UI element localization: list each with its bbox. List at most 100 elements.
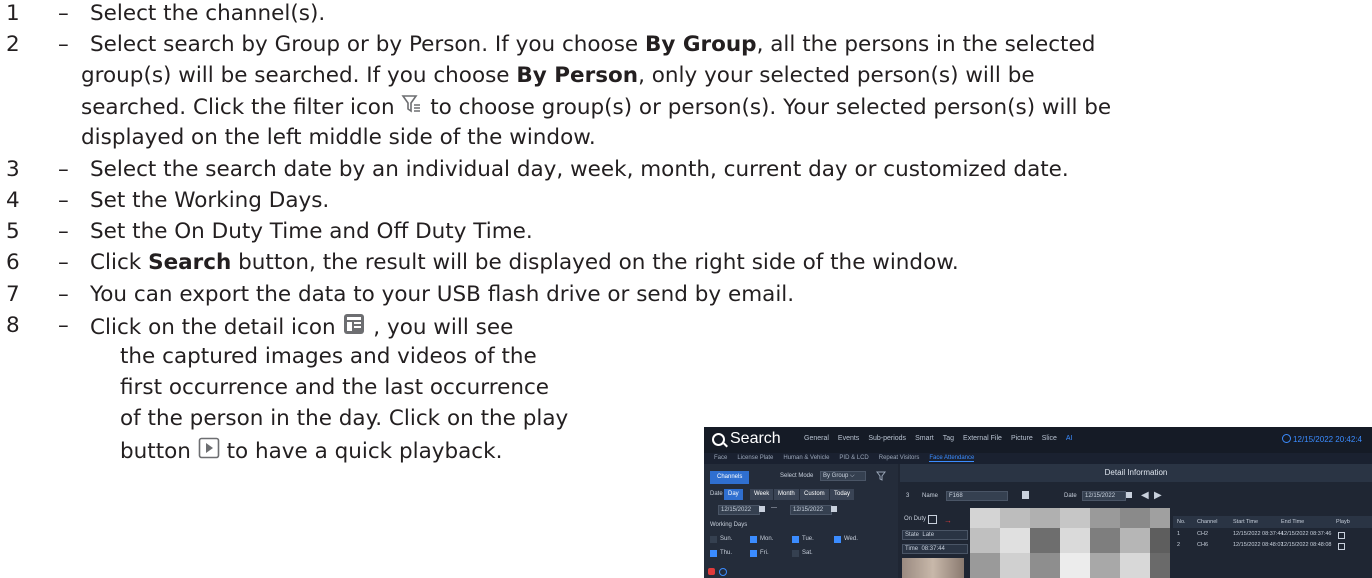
table-row[interactable]: 2 CH6 12/15/2022 08:48:07 12/15/2022 08:48:… — [1173, 542, 1372, 552]
tab-ai[interactable]: AI — [1066, 435, 1073, 442]
select-mode-label: Select Mode — [780, 473, 814, 479]
day-checkbox[interactable] — [710, 550, 717, 557]
tab-general[interactable]: General — [804, 435, 829, 442]
day-checkbox[interactable] — [834, 536, 841, 543]
search-icon — [712, 433, 725, 446]
subtab-pid-lcd[interactable]: PID & LCD — [839, 455, 868, 461]
table-body: 1 CH2 12/15/2022 08:37:44 12/15/2022 08:37:… — [1173, 528, 1372, 558]
step-text-line: of the person in the day. Click on the p… — [120, 405, 568, 433]
date-button-day[interactable]: Day — [724, 489, 743, 500]
table-header-cell: No. — [1177, 519, 1186, 525]
step-text-line: button to have a quick playback. — [120, 437, 502, 467]
table-header-cell: Channel — [1197, 519, 1218, 525]
play-icon[interactable] — [928, 515, 937, 524]
detail-information-panel: Detail Information 3 Name F168 Date 12/1… — [900, 464, 1372, 578]
table-header-cell: Playb — [1336, 519, 1350, 525]
table-row[interactable]: 1 CH2 12/15/2022 08:37:44 12/15/2022 08:37:… — [1173, 531, 1372, 541]
on-duty-label: On Duty — [904, 516, 927, 522]
step-dash: – — [58, 250, 69, 275]
face-attendance-screenshot: Search General Events Sub-periods Smart Tag E… — [704, 427, 1372, 578]
subtab-face[interactable]: Face — [714, 455, 727, 461]
filter-icon[interactable] — [876, 471, 886, 481]
state-label: State — [905, 532, 920, 538]
calendar-icon[interactable] — [759, 506, 765, 512]
day-label: Tue. — [802, 536, 814, 542]
step-dash: – — [58, 32, 69, 57]
play-icon[interactable] — [1338, 532, 1345, 539]
pixelated-snapshot — [970, 508, 1170, 578]
tab-smart[interactable]: Smart — [915, 435, 934, 442]
table-cell: CH6 — [1197, 542, 1209, 548]
step-text: to choose group(s) or person(s). Your se… — [423, 95, 1112, 120]
working-days-label: Working Days — [710, 522, 748, 528]
subtab-license-plate[interactable]: License Plate — [737, 455, 773, 461]
date-button-custom[interactable]: Custom — [800, 489, 829, 500]
step-text: , all the persons in the selected — [756, 32, 1096, 57]
step-text-line: first occurrence and the last occurrence — [120, 374, 549, 402]
channels-button[interactable]: Channels — [710, 471, 750, 484]
date-button-today[interactable]: Today — [830, 489, 855, 500]
step-number: 3 — [6, 157, 20, 182]
date2-field[interactable]: 12/15/2022 — [1082, 491, 1126, 501]
search-title: Search — [730, 430, 781, 447]
day-label: Fri. — [760, 550, 769, 556]
name-label: Name — [922, 493, 939, 499]
play-icon[interactable] — [1338, 543, 1345, 550]
date-button-week[interactable]: Week — [750, 489, 774, 500]
day-checkbox[interactable] — [750, 550, 757, 557]
captured-image-pixelated — [970, 508, 1170, 578]
time-row: Time 08:37:44 — [902, 544, 968, 554]
tab-slice[interactable]: Slice — [1042, 435, 1057, 442]
results-table: No. Channel Start Time End Time Playb 1 CH2 12… — [1173, 516, 1372, 558]
step-text-line: Set the Working Days. — [90, 187, 329, 215]
subtab-repeat-visitors[interactable]: Repeat Visitors — [879, 455, 920, 461]
table-cell: 12/15/2022 08:48:08 — [1281, 542, 1332, 548]
tab-picture[interactable]: Picture — [1011, 435, 1033, 442]
day-checkbox[interactable] — [710, 536, 717, 543]
step-text-line: Click Search button, the result will be … — [90, 249, 959, 277]
step-number: 2 — [6, 32, 20, 57]
tab-external-file[interactable]: External File — [963, 435, 1002, 442]
arrow-icon: → — [944, 516, 952, 525]
next-arrow-icon[interactable]: ▶ — [1154, 490, 1162, 501]
state-value: Late — [922, 532, 935, 538]
name-field[interactable]: F168 — [946, 491, 1008, 501]
select-mode-dropdown[interactable]: By Group ⌵ — [820, 471, 866, 481]
step-text-line: Select the search date by an individual … — [90, 156, 1069, 184]
date-from-field[interactable]: 12/15/2022 — [718, 505, 760, 515]
add-icon[interactable] — [719, 568, 727, 576]
subtab-face-attendance[interactable]: Face Attendance — [929, 455, 975, 462]
step-text-line: searched. Click the filter icon to choos… — [81, 93, 1111, 123]
calendar-icon[interactable] — [1126, 492, 1132, 498]
step-text: group(s) will be searched. If you choose — [81, 63, 517, 88]
date-button-month[interactable]: Month — [774, 489, 799, 500]
step-text: , only your selected person(s) will be — [638, 63, 1035, 88]
search-tabs: General Events Sub-periods Smart Tag External… — [804, 435, 1082, 442]
step-bold-text: By Group — [644, 32, 757, 57]
step-text: to have a quick playback. — [219, 439, 503, 464]
time-label: Time — [905, 546, 919, 552]
previous-arrow-icon[interactable]: ◀ — [1141, 490, 1149, 501]
subtab-human-vehicle[interactable]: Human & Vehicle — [783, 455, 829, 461]
step-bold-text: Search — [148, 250, 232, 275]
step-text-line: displayed on the left middle side of the… — [81, 124, 596, 152]
table-cell: 12/15/2022 08:37:44 — [1233, 531, 1284, 537]
day-checkbox[interactable] — [792, 550, 799, 557]
time-value: 08:37:44 — [921, 546, 945, 552]
tab-events[interactable]: Events — [838, 435, 859, 442]
step-number: 1 — [6, 1, 20, 26]
calendar-icon[interactable] — [831, 506, 837, 512]
tab-sub-periods[interactable]: Sub-periods — [868, 435, 906, 442]
date-separator: — — [771, 505, 777, 511]
step-text-line: the captured images and videos of the — [120, 343, 537, 371]
date-to-field[interactable]: 12/15/2022 — [790, 505, 832, 515]
day-label: Thu. — [720, 550, 733, 556]
day-checkbox[interactable] — [750, 536, 757, 543]
clock-text: 12/15/2022 20:42:4 — [1293, 435, 1362, 444]
day-checkbox[interactable] — [792, 536, 799, 543]
tab-tag[interactable]: Tag — [943, 435, 954, 442]
step-dash: – — [58, 219, 69, 244]
step-number: 8 — [6, 313, 20, 338]
delete-icon[interactable] — [708, 568, 715, 575]
detail-icon[interactable] — [1022, 491, 1029, 499]
